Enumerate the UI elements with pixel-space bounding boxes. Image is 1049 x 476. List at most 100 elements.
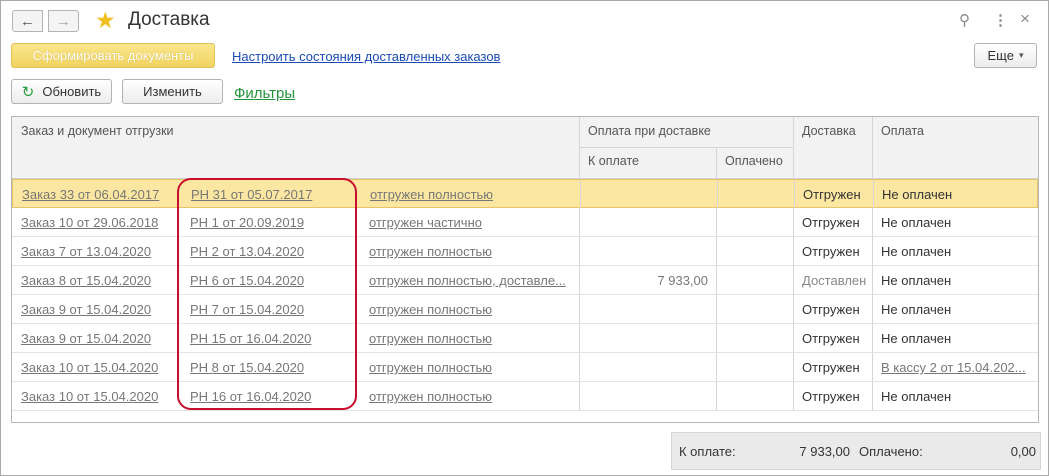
payment-status: Не оплачен (881, 273, 952, 288)
back-button[interactable]: ← (12, 10, 43, 32)
delivery-status: Отгружен (802, 215, 860, 230)
title-bar: ← → ★ Доставка ⚲ ⋮ × (1, 1, 1048, 39)
shipment-doc-link[interactable]: РН 15 от 16.04.2020 (190, 331, 360, 346)
order-link[interactable]: Заказ 10 от 29.06.2018 (21, 215, 181, 230)
shipment-doc-link[interactable]: РН 6 от 15.04.2020 (190, 273, 360, 288)
column-divider (579, 266, 580, 294)
shipment-state-link[interactable]: отгружен полностью (369, 244, 569, 259)
shipment-doc-link[interactable]: РН 31 от 05.07.2017 (191, 187, 361, 202)
table-row[interactable]: Заказ 10 от 15.04.2020 РН 8 от 15.04.2020… (12, 353, 1038, 382)
forward-button[interactable]: → (48, 10, 79, 32)
header-divider (579, 147, 793, 148)
order-link[interactable]: Заказ 33 от 06.04.2017 (22, 187, 182, 202)
payment-status: Не оплачен (882, 187, 953, 202)
edit-button[interactable]: Изменить (122, 79, 223, 104)
shipment-state-link[interactable]: отгружен частично (369, 215, 569, 230)
shipment-state-link[interactable]: отгружен полностью (369, 331, 569, 346)
delivery-status: Отгружен (802, 302, 860, 317)
column-divider (872, 382, 873, 410)
table-header: Заказ и документ отгрузки Оплата при дос… (12, 117, 1038, 179)
orders-table: Заказ и документ отгрузки Оплата при дос… (11, 116, 1039, 423)
order-link[interactable]: Заказ 10 от 15.04.2020 (21, 360, 181, 375)
shipment-state-link[interactable]: отгружен полностью (369, 389, 569, 404)
refresh-icon: ↻ (21, 83, 35, 101)
table-row[interactable]: Заказ 9 от 15.04.2020 РН 7 от 15.04.2020 о… (12, 295, 1038, 324)
table-row[interactable]: Заказ 9 от 15.04.2020 РН 15 от 16.04.2020… (12, 324, 1038, 353)
total-to-pay-label: К оплате: (679, 444, 736, 459)
column-divider (872, 208, 873, 236)
chevron-down-icon: ▾ (1018, 50, 1024, 60)
column-divider (872, 324, 873, 352)
order-link[interactable]: Заказ 10 от 15.04.2020 (21, 389, 181, 404)
header-delivery[interactable]: Доставка (802, 124, 856, 138)
close-icon[interactable]: × (1020, 9, 1030, 29)
column-divider (716, 353, 717, 381)
delivery-status: Отгружен (802, 389, 860, 404)
order-link[interactable]: Заказ 8 от 15.04.2020 (21, 273, 181, 288)
column-divider (793, 266, 794, 294)
order-link[interactable]: Заказ 9 от 15.04.2020 (21, 302, 181, 317)
header-divider (793, 117, 794, 179)
column-divider (873, 180, 874, 208)
header-order[interactable]: Заказ и документ отгрузки (21, 124, 174, 138)
column-divider (717, 180, 718, 208)
column-divider (579, 237, 580, 265)
header-payment[interactable]: Оплата (881, 124, 924, 138)
shipment-doc-link[interactable]: РН 2 от 13.04.2020 (190, 244, 360, 259)
totals-footer: К оплате: 7 933,00 Оплачено: 0,00 (671, 432, 1041, 470)
payment-status: Не оплачен (881, 302, 952, 317)
payment-status[interactable]: В кассу 2 от 15.04.202... (881, 360, 1033, 375)
header-divider (872, 117, 873, 179)
header-divider (579, 117, 580, 179)
table-row[interactable]: Заказ 7 от 13.04.2020 РН 2 от 13.04.2020 о… (12, 237, 1038, 266)
configure-states-link[interactable]: Настроить состояния доставленных заказов (232, 49, 500, 64)
column-divider (579, 324, 580, 352)
total-to-pay-value: 7 933,00 (799, 444, 850, 459)
more-button[interactable]: Еще ▾ (974, 43, 1037, 68)
column-divider (793, 237, 794, 265)
column-divider (716, 382, 717, 410)
column-divider (794, 180, 795, 208)
shipment-doc-link[interactable]: РН 1 от 20.09.2019 (190, 215, 360, 230)
column-divider (872, 237, 873, 265)
refresh-button[interactable]: ↻ Обновить (11, 79, 112, 104)
header-to-pay[interactable]: К оплате (588, 154, 639, 168)
generate-documents-button[interactable]: Сформировать документы (11, 43, 215, 68)
more-menu-icon[interactable]: ⋮ (993, 11, 1008, 29)
shipment-state-link[interactable]: отгружен полностью, доставле... (369, 273, 569, 288)
table-row[interactable]: Заказ 33 от 06.04.2017 РН 31 от 05.07.201… (12, 179, 1038, 208)
shipment-doc-link[interactable]: РН 16 от 16.04.2020 (190, 389, 360, 404)
shipment-state-link[interactable]: отгружен полностью (370, 187, 570, 202)
delivery-status: Отгружен (803, 187, 861, 202)
order-link[interactable]: Заказ 9 от 15.04.2020 (21, 331, 181, 346)
column-divider (793, 208, 794, 236)
shipment-state-link[interactable]: отгружен полностью (369, 302, 569, 317)
link-icon[interactable]: ⚲ (959, 11, 970, 29)
table-row[interactable]: Заказ 8 от 15.04.2020 РН 6 от 15.04.2020 о… (12, 266, 1038, 295)
shipment-state-link[interactable]: отгружен полностью (369, 360, 569, 375)
column-divider (716, 324, 717, 352)
to-pay-cell: 7 933,00 (657, 273, 708, 288)
header-payment-on-delivery[interactable]: Оплата при доставке (588, 124, 711, 138)
column-divider (579, 382, 580, 410)
order-link[interactable]: Заказ 7 от 13.04.2020 (21, 244, 181, 259)
arrow-right-icon: → (56, 12, 71, 30)
payment-status: Не оплачен (881, 215, 952, 230)
column-divider (872, 266, 873, 294)
refresh-label: Обновить (42, 84, 102, 99)
column-divider (716, 295, 717, 323)
shipment-doc-link[interactable]: РН 7 от 15.04.2020 (190, 302, 360, 317)
total-paid-label: Оплачено: (859, 444, 923, 459)
header-paid[interactable]: Оплачено (725, 154, 783, 168)
column-divider (793, 382, 794, 410)
delivery-status: Отгружен (802, 244, 860, 259)
column-divider (579, 208, 580, 236)
filters-link[interactable]: Фильтры (234, 85, 295, 102)
favorite-star-icon[interactable]: ★ (95, 7, 116, 33)
column-divider (716, 237, 717, 265)
column-divider (793, 295, 794, 323)
header-divider (716, 147, 717, 179)
table-row[interactable]: Заказ 10 от 29.06.2018 РН 1 от 20.09.2019… (12, 208, 1038, 237)
table-row[interactable]: Заказ 10 от 15.04.2020 РН 16 от 16.04.202… (12, 382, 1038, 411)
shipment-doc-link[interactable]: РН 8 от 15.04.2020 (190, 360, 360, 375)
